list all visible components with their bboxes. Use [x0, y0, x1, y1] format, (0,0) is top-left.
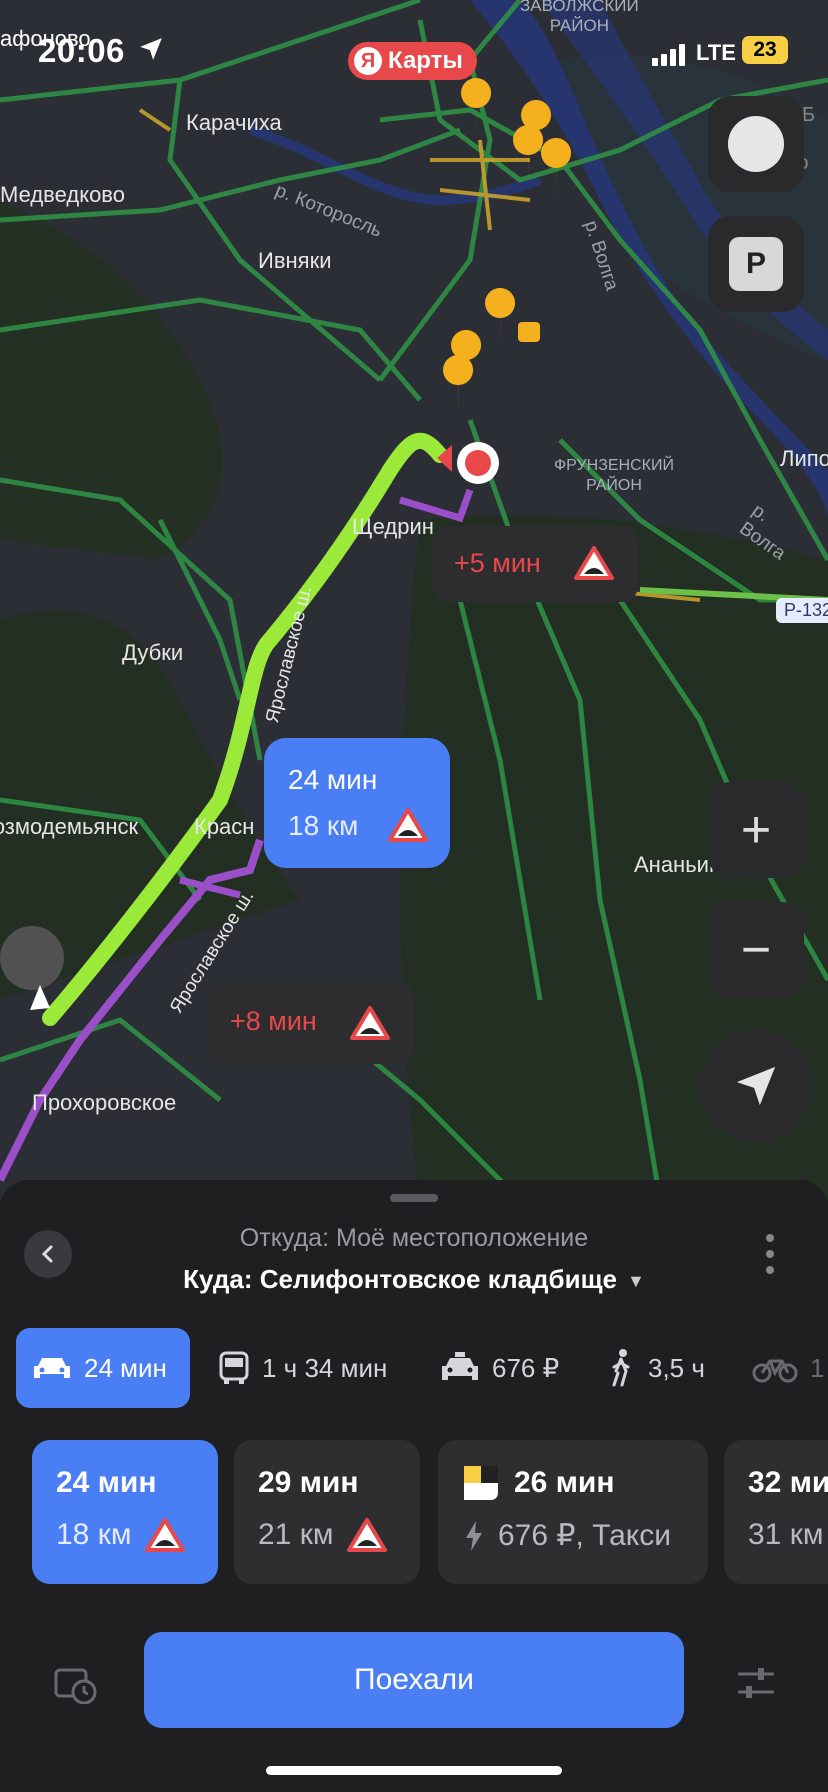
mode-taxi-label: 676 ₽ — [492, 1352, 560, 1383]
route-option-taxi-time: 26 мин — [514, 1466, 615, 1499]
route-to[interactable]: Куда: Селифонтовское кладбище ▼ — [0, 1264, 828, 1295]
transport-mode-tabs: 24 мин 1 ч 34 мин 676 ₽ 3,5 ч 1 — [0, 1328, 828, 1408]
speed-bump-warning-icon — [347, 1518, 388, 1552]
home-indicator[interactable] — [266, 1766, 562, 1775]
route-option-4-distance: 31 км — [748, 1518, 824, 1551]
route-option-2-distance-row: 21 км — [258, 1518, 388, 1552]
speed-bump-warning-icon — [145, 1518, 186, 1552]
route-option-1-distance-row: 18 км — [56, 1518, 186, 1552]
mode-taxi[interactable]: 676 ₽ — [440, 1328, 559, 1408]
speed-bump-warning-icon — [574, 546, 614, 580]
schedule-icon[interactable] — [54, 1664, 98, 1704]
route-option-1-time: 24 мин — [56, 1466, 157, 1499]
mode-walk-label: 3,5 ч — [648, 1352, 705, 1383]
route-from[interactable]: Откуда: Моё местоположение — [0, 1224, 828, 1253]
route-settings-icon[interactable] — [736, 1666, 776, 1700]
status-bar: афоново 20:06 Я Карты LTE 23 — [0, 26, 828, 80]
mode-transit-label: 1 ч 34 мин — [262, 1352, 388, 1383]
dropdown-triangle-icon: ▼ — [626, 1270, 645, 1291]
car-icon — [34, 1358, 70, 1378]
lightning-icon — [466, 1520, 482, 1551]
route-option-4[interactable]: 32 ми 31 км — [724, 1440, 828, 1584]
location-arrow-icon — [140, 38, 162, 60]
bus-icon — [219, 1351, 249, 1384]
route-bubble-time: 24 мин — [288, 764, 378, 795]
route-bubble-distance: 18 км — [288, 810, 359, 841]
yandex-taxi-icon — [464, 1466, 498, 1500]
locate-me-button[interactable] — [700, 1030, 812, 1142]
yandex-logo-icon: Я — [354, 47, 382, 75]
navigation-arrow-icon — [736, 1066, 776, 1106]
layers-button[interactable] — [708, 96, 804, 192]
sheet-grabber[interactable] — [390, 1194, 438, 1202]
map-view[interactable] — [0, 0, 828, 1202]
parking-icon: P — [729, 237, 783, 291]
taxi-icon — [442, 1352, 478, 1380]
mode-car-label: 24 мин — [84, 1352, 167, 1383]
route-option-2-distance: 21 км — [258, 1518, 334, 1551]
route-option-2[interactable]: 29 мин 21 км — [234, 1440, 420, 1584]
alt-route-bubble-2[interactable]: +8 мин — [208, 982, 414, 1064]
mode-bike-label: 1 — [810, 1352, 825, 1383]
go-button[interactable]: Поехали — [144, 1632, 684, 1728]
signal-icon — [652, 44, 685, 66]
status-time: 20:06 — [38, 32, 125, 69]
maps-badge-label: Карты — [388, 47, 463, 74]
plus-icon: + — [740, 801, 772, 859]
route-option-taxi[interactable]: 26 мин 676 ₽, Такси — [438, 1440, 708, 1584]
route-option-taxi-time-row: 26 мин — [464, 1466, 614, 1500]
mode-car[interactable]: 24 мин — [16, 1328, 190, 1408]
zoom-in-button[interactable]: + — [708, 782, 804, 878]
bike-icon — [752, 1359, 798, 1383]
alt-route-bubble-2-text: +8 мин — [230, 1006, 317, 1036]
mode-walk[interactable]: 3,5 ч — [608, 1328, 705, 1408]
route-sheet: Откуда: Моё местоположение Куда: Селифон… — [0, 1180, 828, 1792]
alt-route-bubble-1-text: +5 мин — [454, 548, 541, 578]
route-option-1-distance: 18 км — [56, 1518, 132, 1551]
parking-button[interactable]: P — [708, 216, 804, 312]
route-option-taxi-price-row: 676 ₽, Такси — [464, 1518, 671, 1553]
alt-route-bubble-1[interactable]: +5 мин — [432, 526, 638, 602]
route-to-label: Куда: Селифонтовское кладбище — [183, 1264, 617, 1294]
route-bubble-main[interactable]: 24 мин 18 км — [264, 738, 450, 868]
yandex-maps-badge[interactable]: Я Карты — [348, 42, 477, 80]
route-option-taxi-price: 676 ₽, Такси — [498, 1519, 672, 1552]
map-canvas[interactable] — [0, 0, 828, 1202]
more-options-icon[interactable] — [764, 1232, 776, 1276]
mode-transit[interactable]: 1 ч 34 мин — [218, 1328, 387, 1408]
mode-bike[interactable]: 1 — [752, 1328, 824, 1408]
route-option-4-time: 32 ми — [748, 1466, 828, 1499]
zoom-out-button[interactable]: − — [708, 902, 804, 998]
layers-icon — [728, 116, 784, 172]
walk-icon — [612, 1349, 630, 1387]
route-option-2-time: 29 мин — [258, 1466, 359, 1499]
minus-icon: − — [740, 921, 772, 979]
speed-bump-warning-icon — [388, 808, 428, 842]
network-type: LTE — [696, 40, 736, 65]
battery-indicator: 23 — [742, 36, 788, 64]
route-option-1[interactable]: 24 мин 18 км — [32, 1440, 218, 1584]
speed-bump-warning-icon — [350, 1006, 390, 1040]
